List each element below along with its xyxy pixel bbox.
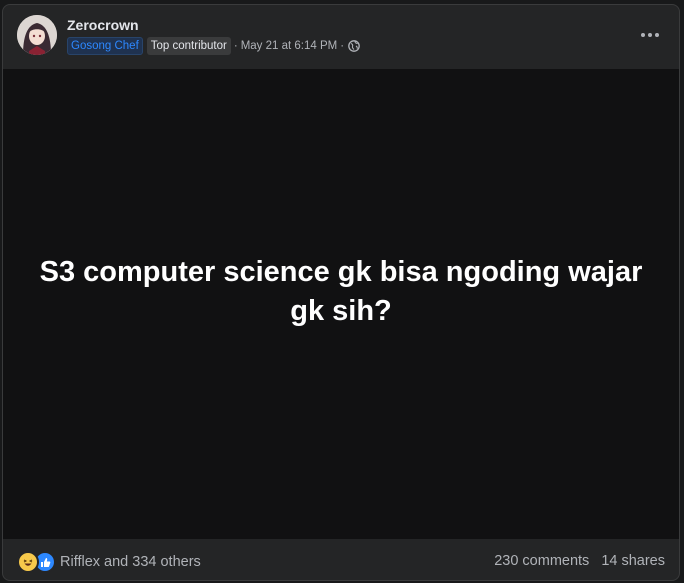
globe-icon bbox=[348, 40, 360, 52]
comments-count[interactable]: 230 comments bbox=[494, 553, 589, 569]
post-footer: Rifflex and 334 others 230 comments 14 s… bbox=[3, 539, 679, 580]
post-text: S3 computer science gk bisa ngoding waja… bbox=[39, 256, 643, 327]
meta-separator: · bbox=[340, 40, 345, 52]
post-timestamp[interactable]: May 21 at 6:14 PM bbox=[241, 40, 338, 52]
shares-count[interactable]: 14 shares bbox=[601, 553, 665, 569]
reactions-summary[interactable]: Rifflex and 334 others bbox=[17, 551, 201, 573]
haha-reaction-icon bbox=[17, 551, 39, 573]
badge-top-contributor[interactable]: Top contributor bbox=[146, 37, 231, 55]
post-meta: Gosong Chef Top contributor · May 21 at … bbox=[67, 37, 360, 55]
more-options-icon bbox=[641, 33, 645, 37]
badge-gosong-chef[interactable]: Gosong Chef bbox=[67, 37, 143, 55]
author-avatar[interactable] bbox=[17, 15, 57, 55]
reactions-label[interactable]: Rifflex and 334 others bbox=[60, 554, 201, 570]
post-content[interactable]: S3 computer science gk bisa ngoding waja… bbox=[3, 69, 679, 539]
meta-separator: · bbox=[233, 40, 238, 52]
post-header: Zerocrown Gosong Chef Top contributor · … bbox=[3, 5, 679, 69]
engagement-counts: 230 comments 14 shares bbox=[494, 553, 665, 569]
post-card: Zerocrown Gosong Chef Top contributor · … bbox=[2, 4, 680, 581]
more-options-button[interactable] bbox=[637, 25, 663, 45]
author-name[interactable]: Zerocrown bbox=[67, 17, 139, 33]
